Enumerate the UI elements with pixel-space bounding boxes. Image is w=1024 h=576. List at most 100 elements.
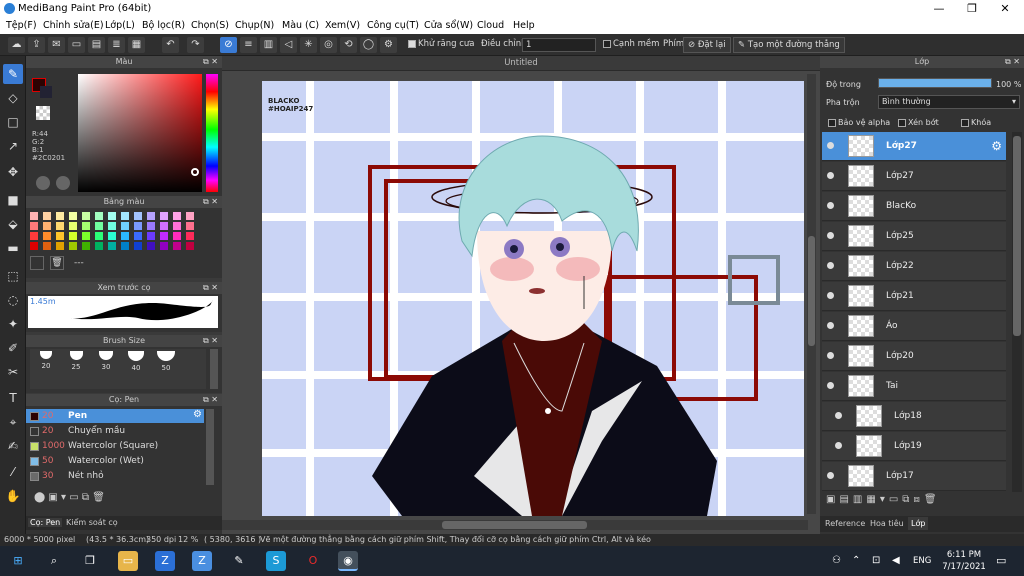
document-icon[interactable]: ▤ xyxy=(88,37,105,53)
vertical-scroll-thumb[interactable] xyxy=(808,236,815,346)
eyedropper-tool-icon[interactable]: ⁄ xyxy=(3,462,23,482)
brush-size-option[interactable]: 30 xyxy=(92,349,120,387)
eye-icon[interactable] xyxy=(835,442,842,449)
menu-file[interactable]: Tệp(F) xyxy=(6,20,37,31)
panel-close-icon[interactable]: ⧉ ✕ xyxy=(203,282,218,294)
hand-tool-icon[interactable]: ✋ xyxy=(3,486,23,506)
cloud-icon[interactable]: ☁ xyxy=(8,37,25,53)
color-picker-cursor[interactable] xyxy=(191,168,199,176)
swatch-color[interactable] xyxy=(69,242,77,250)
swatch-color[interactable] xyxy=(147,232,155,240)
hue-slider[interactable] xyxy=(206,74,218,192)
divide-tool-icon[interactable]: ✍ xyxy=(3,436,23,456)
task-view-icon[interactable]: ❐ xyxy=(80,551,100,571)
swatch-color[interactable] xyxy=(173,232,181,240)
eye-icon[interactable] xyxy=(827,202,834,209)
layer-row[interactable]: Áo xyxy=(822,312,1006,341)
menu-help[interactable]: Help xyxy=(513,20,535,31)
adjust-dropdown[interactable]: 1 xyxy=(522,38,596,52)
swatch-color[interactable] xyxy=(56,212,64,220)
tab-layers[interactable]: Lớp xyxy=(908,517,929,530)
panel-close-icon[interactable]: ⧉ ✕ xyxy=(203,394,218,406)
gradient-tool-icon[interactable]: ▬ xyxy=(3,238,23,258)
swatch-color[interactable] xyxy=(82,212,90,220)
secondary-color-swatch[interactable] xyxy=(40,86,52,98)
drawing-canvas[interactable]: BLACKO #HOAIP247 xyxy=(262,81,804,516)
new-1bit-layer-icon[interactable]: ▦ xyxy=(866,494,879,505)
brush-size-option[interactable]: 25 xyxy=(62,349,90,387)
layer-row[interactable]: Tai xyxy=(822,372,1006,401)
notification-icon[interactable]: ▭ xyxy=(996,554,1006,567)
swatch-color[interactable] xyxy=(82,232,90,240)
swatch-color[interactable] xyxy=(69,232,77,240)
duplicate-brush-icon[interactable]: ⧉ xyxy=(82,492,92,503)
eye-icon[interactable] xyxy=(827,232,834,239)
swatch-color[interactable] xyxy=(186,212,194,220)
swatch-color[interactable] xyxy=(108,222,116,230)
menu-cloud[interactable]: Cloud xyxy=(477,20,504,31)
swatch-color[interactable] xyxy=(30,232,38,240)
fill-tool-icon[interactable]: ⬙ xyxy=(3,214,23,234)
swatch-color[interactable] xyxy=(95,242,103,250)
cross-snap-icon[interactable]: ▥ xyxy=(260,37,277,53)
swatch-color[interactable] xyxy=(134,242,142,250)
swatch-color[interactable] xyxy=(160,232,168,240)
tab-navigator[interactable]: Hoa tiêu xyxy=(870,519,904,528)
swatch-color[interactable] xyxy=(108,242,116,250)
move-tool-icon[interactable]: ✥ xyxy=(3,162,23,182)
maximize-button[interactable]: ❐ xyxy=(955,0,989,18)
swatch-color[interactable] xyxy=(82,242,90,250)
brush-item[interactable]: 20 Chuyển mầu xyxy=(26,424,204,438)
transparent-swatch[interactable] xyxy=(36,106,50,120)
select-rect-tool-icon[interactable]: ⬚ xyxy=(3,266,23,286)
curve-snap-icon[interactable]: ⟲ xyxy=(340,37,357,53)
text-box-icon[interactable]: ▭ xyxy=(68,37,85,53)
color-mode-icon[interactable] xyxy=(36,176,50,190)
blur-tool-icon[interactable]: ↗ xyxy=(3,136,23,156)
swatch-color[interactable] xyxy=(134,222,142,230)
layer-menu-icon[interactable]: ▾ xyxy=(880,494,889,505)
comment-icon[interactable]: ✉ xyxy=(48,37,65,53)
swatch-color[interactable] xyxy=(82,222,90,230)
layer-row[interactable]: Lớp27 ⚙ xyxy=(822,132,1006,161)
delete-layer-icon[interactable]: 🗑 xyxy=(924,494,941,505)
tab-reference[interactable]: Reference xyxy=(825,519,865,528)
swatch-color[interactable] xyxy=(160,222,168,230)
menu-tools[interactable]: Công cụ(T) xyxy=(367,20,419,31)
swatch-color[interactable] xyxy=(43,222,51,230)
brush-item[interactable]: 1000 Watercolor (Square) xyxy=(26,439,204,453)
swatch-color[interactable] xyxy=(173,222,181,230)
tray-chevron-icon[interactable]: ⌃ xyxy=(852,555,860,566)
layer-row[interactable]: Lớp22 xyxy=(822,252,1006,281)
menu-select[interactable]: Chọn(S) xyxy=(191,20,229,31)
swatch-color[interactable] xyxy=(95,212,103,220)
brush-item[interactable]: 20 Pen ⚙ xyxy=(26,409,204,423)
eye-icon[interactable] xyxy=(827,262,834,269)
swatch-color[interactable] xyxy=(186,242,194,250)
swatch-color[interactable] xyxy=(43,232,51,240)
brush-size-option[interactable]: 40 xyxy=(122,349,150,387)
panel-close-icon[interactable]: ⧉ ✕ xyxy=(203,196,218,208)
circle-snap-icon[interactable]: ◎ xyxy=(320,37,337,53)
layers-scrollbar[interactable] xyxy=(1012,132,1022,492)
vanish-snap-icon[interactable]: ◁ xyxy=(280,37,297,53)
new-brush-icon[interactable]: ▣ xyxy=(48,492,61,503)
search-icon[interactable]: ⌕ xyxy=(44,551,64,571)
layer-row[interactable]: Lớp18 xyxy=(822,402,1006,431)
swatch-color[interactable] xyxy=(147,222,155,230)
panel-close-icon[interactable]: ⧉ ✕ xyxy=(203,56,218,68)
protect-alpha-checkbox[interactable]: Bảo vệ alpha xyxy=(828,118,890,127)
paint-icon[interactable]: ✎ xyxy=(229,551,249,571)
color-wheel-icon[interactable] xyxy=(56,176,70,190)
panel-close-icon[interactable]: ⧉ ✕ xyxy=(1005,56,1020,68)
clock[interactable]: 6:11 PM 7/17/2021 xyxy=(942,549,986,573)
swatch-color[interactable] xyxy=(56,242,64,250)
operation-tool-icon[interactable]: ⌖ xyxy=(3,412,23,432)
swatch-color[interactable] xyxy=(173,212,181,220)
volume-icon[interactable]: ◀ xyxy=(892,555,900,566)
layer-row[interactable]: Lớp20 xyxy=(822,342,1006,371)
eye-icon[interactable] xyxy=(827,322,834,329)
layer-row[interactable]: Lớp27 xyxy=(822,162,1006,191)
layer-row[interactable]: Lớp21 xyxy=(822,282,1006,311)
brush-tool-icon[interactable]: ✎ xyxy=(3,64,23,84)
